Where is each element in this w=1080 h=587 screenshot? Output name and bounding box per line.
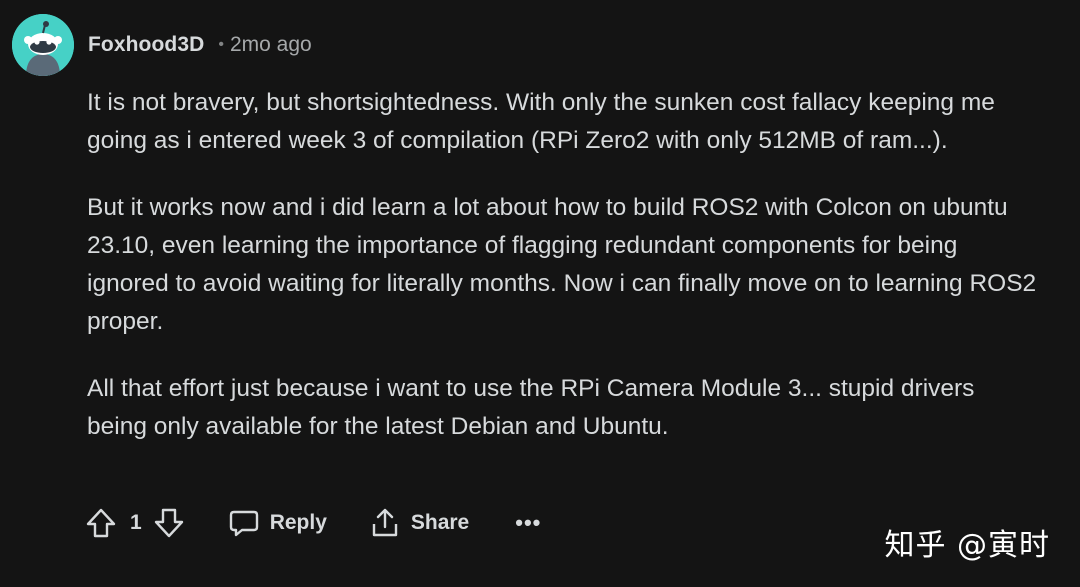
comment: Foxhood3D • 2mo ago It is not bravery, b…	[0, 0, 1080, 587]
comment-paragraph: All that effort just because i want to u…	[87, 375, 975, 440]
comment-paragraph: It is not bravery, but shortsightedness.…	[87, 89, 995, 154]
downvote-icon	[154, 508, 183, 538]
share-icon	[372, 508, 398, 537]
reply-label: Reply	[269, 511, 327, 534]
action-bar: 1 Reply Share •••	[84, 500, 541, 546]
vote-count: 1	[130, 511, 142, 534]
comment-paragraph: But it works now and i did learn a lot a…	[87, 194, 1037, 335]
comment-header: Foxhood3D • 2mo ago	[12, 14, 312, 76]
author-name[interactable]: Foxhood3D	[88, 33, 204, 57]
share-button[interactable]: Share	[369, 507, 469, 539]
comment-icon	[229, 510, 258, 537]
timestamp[interactable]: 2mo ago	[230, 33, 312, 57]
separator-dot: •	[218, 36, 224, 53]
more-options-button[interactable]: •••	[515, 510, 541, 536]
avatar[interactable]	[12, 14, 74, 76]
upvote-icon	[86, 508, 116, 538]
share-label: Share	[410, 511, 470, 534]
downvote-button[interactable]	[152, 506, 186, 540]
reply-button[interactable]: Reply	[228, 507, 327, 539]
upvote-button[interactable]	[84, 506, 118, 540]
snoo-avatar-icon	[12, 14, 74, 76]
watermark: 知乎 @寅时	[884, 528, 1050, 563]
comment-body: It is not bravery, but shortsightedness.…	[87, 84, 1037, 475]
